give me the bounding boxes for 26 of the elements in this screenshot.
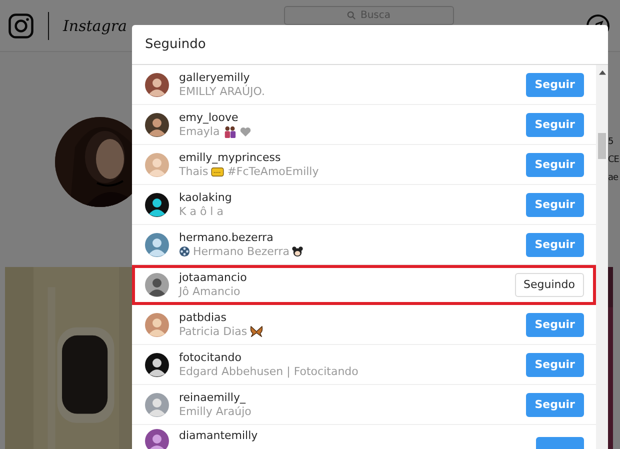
full-name: Edgard Abbehusen | Fotocitando xyxy=(179,365,358,378)
profile-text: CE xyxy=(608,155,620,165)
full-name: Thais xyxy=(179,165,208,178)
username-link[interactable]: patbdias xyxy=(179,311,227,324)
full-name: Jô Amancio xyxy=(179,285,240,298)
username-link[interactable]: reinaemilly_ xyxy=(179,391,246,404)
username-link[interactable]: fotocitando xyxy=(179,351,242,364)
logo-text[interactable]: Instagra xyxy=(63,16,129,34)
username-link[interactable]: kaolaking xyxy=(179,191,232,204)
full-name: Emilly Araújo xyxy=(179,405,252,418)
profile-text: 5 xyxy=(608,137,614,147)
username-link[interactable]: diamantemilly xyxy=(179,429,258,442)
dialog-title: Seguindo xyxy=(145,37,206,52)
username-link[interactable]: emy_loove xyxy=(179,111,238,124)
username-link[interactable]: emilly_myprincess xyxy=(179,151,281,164)
full-name: Patricia Dias xyxy=(179,325,248,338)
profile-text: ae xyxy=(608,173,620,183)
username-link[interactable]: hermano.bezerra xyxy=(179,231,274,244)
full-name: K a ô l a xyxy=(179,205,224,218)
full-name: EMILLY ARAÚJO. xyxy=(179,85,265,98)
full-name: Hermano Bezerra xyxy=(193,245,290,258)
full-name: Emayla xyxy=(179,125,220,138)
username-link[interactable]: galleryemilly xyxy=(179,71,250,84)
following-button[interactable]: Seguindo xyxy=(514,272,584,296)
username-link[interactable]: jotaamancio xyxy=(179,271,247,284)
hashtag-text: #FcTeAmoEmilly xyxy=(227,165,319,178)
